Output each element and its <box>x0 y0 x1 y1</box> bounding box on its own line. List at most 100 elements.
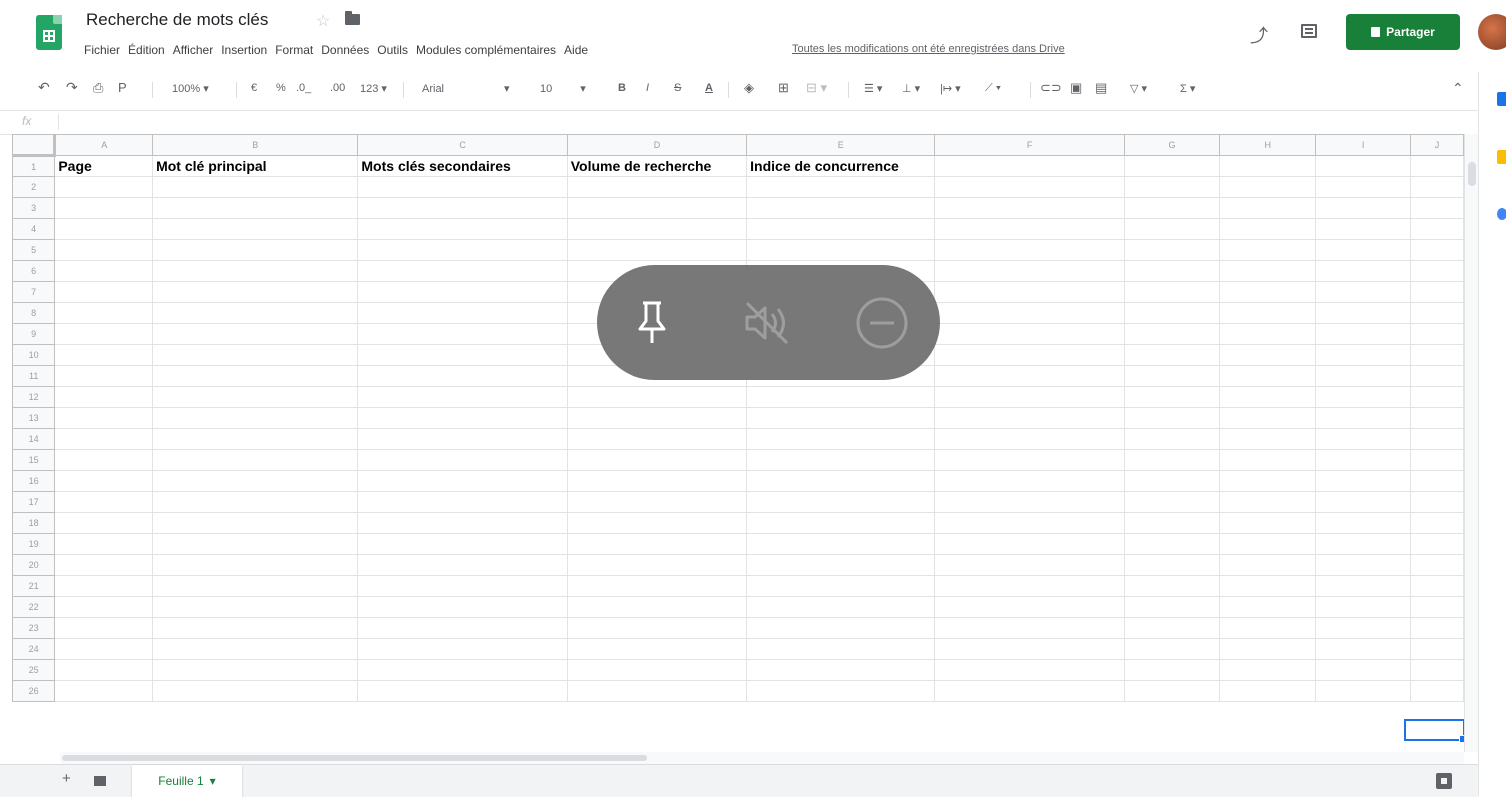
cell[interactable] <box>152 197 359 219</box>
avatar[interactable] <box>1478 14 1506 50</box>
cell[interactable] <box>1315 596 1411 618</box>
cell[interactable] <box>54 407 154 429</box>
cell[interactable] <box>54 596 154 618</box>
cell[interactable] <box>1409 344 1464 366</box>
increase-decimal-button[interactable]: .00 <box>330 82 345 94</box>
cell[interactable] <box>1315 575 1411 597</box>
row-header[interactable]: 17 <box>12 491 56 513</box>
cell[interactable] <box>54 554 154 576</box>
cell[interactable] <box>1219 470 1317 492</box>
formula-bar[interactable]: fx <box>0 111 1478 135</box>
menu-addons[interactable]: Modules complémentaires <box>416 43 562 57</box>
column-header[interactable]: A <box>54 134 154 156</box>
cell[interactable] <box>1409 533 1464 555</box>
cell[interactable] <box>1123 344 1221 366</box>
column-header[interactable]: B <box>152 134 359 156</box>
row-header[interactable]: 2 <box>12 176 56 198</box>
cell[interactable] <box>357 281 568 303</box>
cell[interactable] <box>1219 239 1317 261</box>
zoom-select[interactable]: 100% ▾ <box>172 82 209 95</box>
header-cell[interactable]: Mot clé principal <box>152 155 359 177</box>
pin-icon[interactable] <box>624 295 680 351</box>
cell[interactable] <box>1123 596 1221 618</box>
cell[interactable] <box>1219 218 1317 240</box>
cell[interactable] <box>152 470 359 492</box>
cell[interactable] <box>152 428 359 450</box>
cell[interactable] <box>357 218 568 240</box>
menu-insert[interactable]: Insertion <box>221 43 273 57</box>
cell[interactable] <box>54 470 154 492</box>
cell[interactable] <box>1315 533 1411 555</box>
borders-icon[interactable]: ⊞ <box>778 80 789 96</box>
text-wrap-icon[interactable]: |↦ ▾ <box>940 82 961 95</box>
cell[interactable] <box>1123 281 1221 303</box>
cell[interactable] <box>934 491 1125 513</box>
cell[interactable] <box>566 554 748 576</box>
row-header[interactable]: 8 <box>12 302 56 324</box>
cell[interactable] <box>357 239 568 261</box>
cell[interactable] <box>1409 449 1464 471</box>
cell[interactable] <box>1219 554 1317 576</box>
cell[interactable] <box>357 323 568 345</box>
column-header[interactable]: G <box>1123 134 1221 156</box>
redo-icon[interactable]: ↷ <box>66 79 78 96</box>
row-header[interactable]: 25 <box>12 659 56 681</box>
mute-icon[interactable] <box>739 295 795 351</box>
cell[interactable] <box>934 470 1125 492</box>
cell[interactable] <box>1409 176 1464 198</box>
cell[interactable] <box>152 449 359 471</box>
row-header[interactable]: 20 <box>12 554 56 576</box>
cell[interactable] <box>934 449 1125 471</box>
cell[interactable] <box>54 323 154 345</box>
cell[interactable] <box>357 428 568 450</box>
cell[interactable] <box>746 428 936 450</box>
vertical-align-icon[interactable]: ⊥ ▾ <box>902 82 920 95</box>
cell[interactable] <box>152 638 359 660</box>
cell[interactable] <box>1219 659 1317 681</box>
cell[interactable] <box>152 323 359 345</box>
star-icon[interactable]: ☆ <box>316 11 330 31</box>
cell[interactable] <box>1409 491 1464 513</box>
cell[interactable] <box>934 680 1125 702</box>
cell[interactable] <box>566 218 748 240</box>
cell[interactable] <box>1315 386 1411 408</box>
cell[interactable] <box>934 281 1125 303</box>
cell[interactable] <box>152 386 359 408</box>
cell[interactable] <box>746 386 936 408</box>
cell[interactable] <box>566 575 748 597</box>
column-header[interactable]: J <box>1409 134 1464 156</box>
cell[interactable] <box>934 512 1125 534</box>
cell[interactable] <box>1123 197 1221 219</box>
cell[interactable] <box>152 407 359 429</box>
percent-format-button[interactable]: % <box>276 82 286 94</box>
cell[interactable] <box>1219 155 1317 177</box>
cell[interactable] <box>54 680 154 702</box>
tasks-icon[interactable] <box>1497 208 1506 220</box>
cell[interactable] <box>152 239 359 261</box>
cell[interactable] <box>1409 575 1464 597</box>
cell[interactable] <box>566 533 748 555</box>
row-header[interactable]: 16 <box>12 470 56 492</box>
row-header[interactable]: 18 <box>12 512 56 534</box>
cell[interactable] <box>1409 470 1464 492</box>
cell[interactable] <box>934 596 1125 618</box>
print-icon[interactable]: ⎙ <box>93 80 103 96</box>
scrollbar-thumb[interactable] <box>62 755 647 761</box>
column-header[interactable]: H <box>1219 134 1317 156</box>
fill-color-icon[interactable]: ◈ <box>744 80 754 96</box>
cell[interactable] <box>1315 260 1411 282</box>
cell[interactable] <box>152 575 359 597</box>
cell[interactable] <box>1123 554 1221 576</box>
cell[interactable] <box>1409 638 1464 660</box>
cell[interactable] <box>1123 449 1221 471</box>
column-header[interactable]: F <box>934 134 1125 156</box>
row-header[interactable]: 3 <box>12 197 56 219</box>
cell[interactable] <box>1315 638 1411 660</box>
row-header[interactable]: 13 <box>12 407 56 429</box>
cell[interactable] <box>152 260 359 282</box>
undo-icon[interactable]: ↶ <box>38 79 50 96</box>
cell[interactable] <box>357 554 568 576</box>
italic-button[interactable]: I <box>646 82 649 94</box>
cell[interactable] <box>152 176 359 198</box>
cell[interactable] <box>1219 596 1317 618</box>
